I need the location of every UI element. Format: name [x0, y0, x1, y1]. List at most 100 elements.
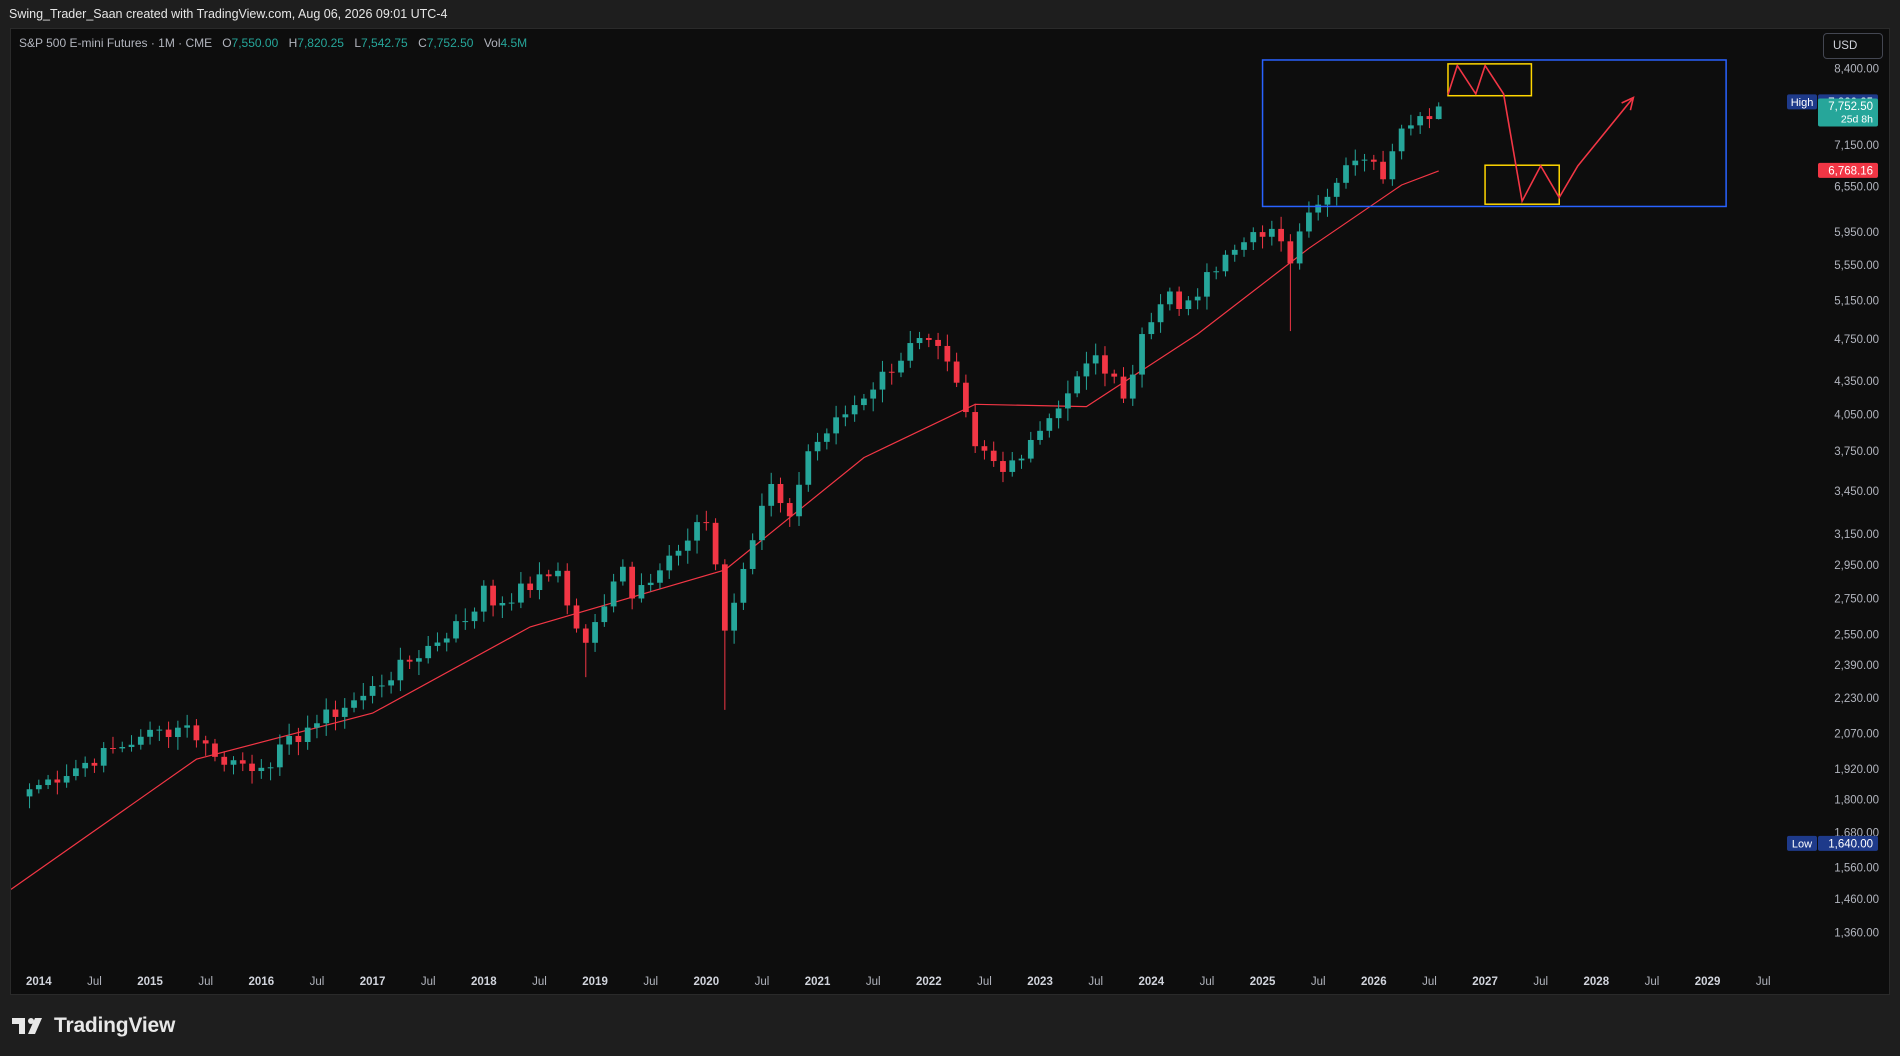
candle-body: [304, 727, 311, 743]
candle-body: [1250, 232, 1257, 243]
price-chart[interactable]: 8,400.00 7,150.00 6,550.00 5,950.00 5,550.00…: [11, 29, 1889, 994]
tradingview-logo[interactable]: TradingView: [12, 1012, 175, 1040]
candle-body: [1333, 182, 1340, 197]
candle-body: [388, 680, 394, 686]
y-tick-label: 6,550.00: [1834, 181, 1879, 193]
y-tick-label: 3,750.00: [1834, 446, 1879, 458]
x-tick-label: Jul: [87, 976, 102, 988]
candle-body: [221, 756, 228, 765]
x-tick-label: 2019: [582, 976, 608, 988]
candle-body: [638, 585, 645, 599]
currency-button[interactable]: USD: [1823, 33, 1883, 59]
x-tick-label: 2018: [471, 976, 497, 988]
candle-body: [425, 645, 432, 659]
candle-body: [128, 744, 135, 748]
candle-body: [990, 450, 997, 462]
candle-body: [1166, 291, 1173, 305]
close-label: C: [418, 36, 427, 50]
candle-body: [814, 441, 821, 452]
candle-body: [592, 622, 598, 643]
candle-body: [91, 762, 98, 766]
candle-body: [175, 727, 181, 738]
symbol-name[interactable]: S&P 500 E-mini Futures · 1M · CME: [19, 36, 212, 50]
candle-body: [1000, 461, 1006, 472]
y-tick-label: 3,450.00: [1834, 486, 1879, 498]
x-tick-label: 2026: [1361, 976, 1387, 988]
candle-body: [888, 371, 895, 373]
candle-body: [54, 779, 61, 783]
projection-box: [1261, 59, 1727, 208]
candle-body: [1389, 151, 1396, 180]
candle-body: [1268, 228, 1275, 237]
candle-body: [1278, 228, 1284, 242]
candle-body: [1176, 291, 1182, 310]
candle-body: [100, 748, 107, 766]
chart-caption: Swing_Trader_Saan created with TradingVi…: [9, 7, 448, 21]
candle-body: [1361, 159, 1368, 161]
candle-body: [777, 483, 784, 504]
candle-body: [239, 760, 246, 764]
candle-body: [1009, 460, 1016, 472]
candle-body: [462, 621, 469, 623]
candle-body: [879, 371, 886, 390]
tradingview-logo-icon: [12, 1018, 42, 1034]
open-label: O: [222, 36, 232, 50]
candle-body: [620, 566, 626, 582]
candle-body: [1148, 322, 1155, 335]
candle-body: [1129, 374, 1136, 399]
y-tick-label: 5,150.00: [1834, 296, 1879, 308]
x-tick-label: Jul: [1088, 976, 1103, 988]
candle-body: [508, 602, 515, 604]
candle-body: [1241, 242, 1247, 250]
candle-body: [1231, 249, 1238, 255]
y-tick-label: 2,550.00: [1834, 629, 1879, 641]
candle-body: [796, 484, 802, 517]
candle-body: [1046, 418, 1053, 431]
projection-path: [1447, 63, 1635, 204]
candle-body: [1324, 196, 1331, 205]
candle-body: [555, 570, 561, 577]
candle-body: [45, 779, 51, 786]
candle-body: [805, 451, 812, 485]
candle-body: [360, 695, 367, 701]
candle-body: [258, 767, 265, 772]
x-tick-label: 2022: [916, 976, 942, 988]
candle-body: [629, 566, 636, 599]
close-value: 7,752.50: [426, 36, 474, 50]
x-tick-label: Jul: [310, 976, 325, 988]
y-tick-label: 2,950.00: [1834, 560, 1879, 572]
candle-body: [73, 768, 79, 777]
y-tick-label: 5,950.00: [1834, 227, 1879, 239]
candle-body: [406, 659, 413, 662]
candle-body: [1157, 304, 1164, 323]
moving-average-line: [11, 170, 1439, 890]
candle-body: [703, 522, 710, 524]
candle-body: [1213, 271, 1220, 273]
price-tag-value: 6,768.16: [1828, 165, 1873, 177]
candle-body: [397, 659, 404, 681]
x-tick-label: Jul: [198, 976, 213, 988]
candle-body: [582, 628, 589, 643]
x-tick-label: Jul: [1533, 976, 1548, 988]
x-tick-label: 2021: [805, 976, 831, 988]
y-tick-label: 2,230.00: [1834, 693, 1879, 705]
chart-pane[interactable]: 8,400.00 7,150.00 6,550.00 5,950.00 5,550.00…: [10, 28, 1890, 995]
candle-body: [1194, 296, 1201, 301]
candle-body: [230, 760, 237, 765]
candle-body: [684, 540, 691, 551]
y-tick-label: 1,800.00: [1834, 795, 1879, 807]
x-tick-label: 2029: [1695, 976, 1721, 988]
candle-body: [1343, 165, 1349, 183]
symbol-legend: S&P 500 E-mini Futures · 1M · CME O7,550…: [19, 35, 534, 51]
x-tick-label: Jul: [1645, 976, 1660, 988]
candle-body: [1287, 241, 1294, 264]
candle-body: [249, 763, 255, 772]
candle-body: [759, 505, 765, 541]
candle-body: [1102, 355, 1108, 374]
candle-body: [1398, 128, 1405, 152]
candle-body: [1120, 376, 1127, 399]
x-tick-label: 2020: [694, 976, 720, 988]
x-tick-label: Jul: [866, 976, 881, 988]
y-tick-label: 2,750.00: [1834, 593, 1879, 605]
x-tick-label: Jul: [977, 976, 992, 988]
